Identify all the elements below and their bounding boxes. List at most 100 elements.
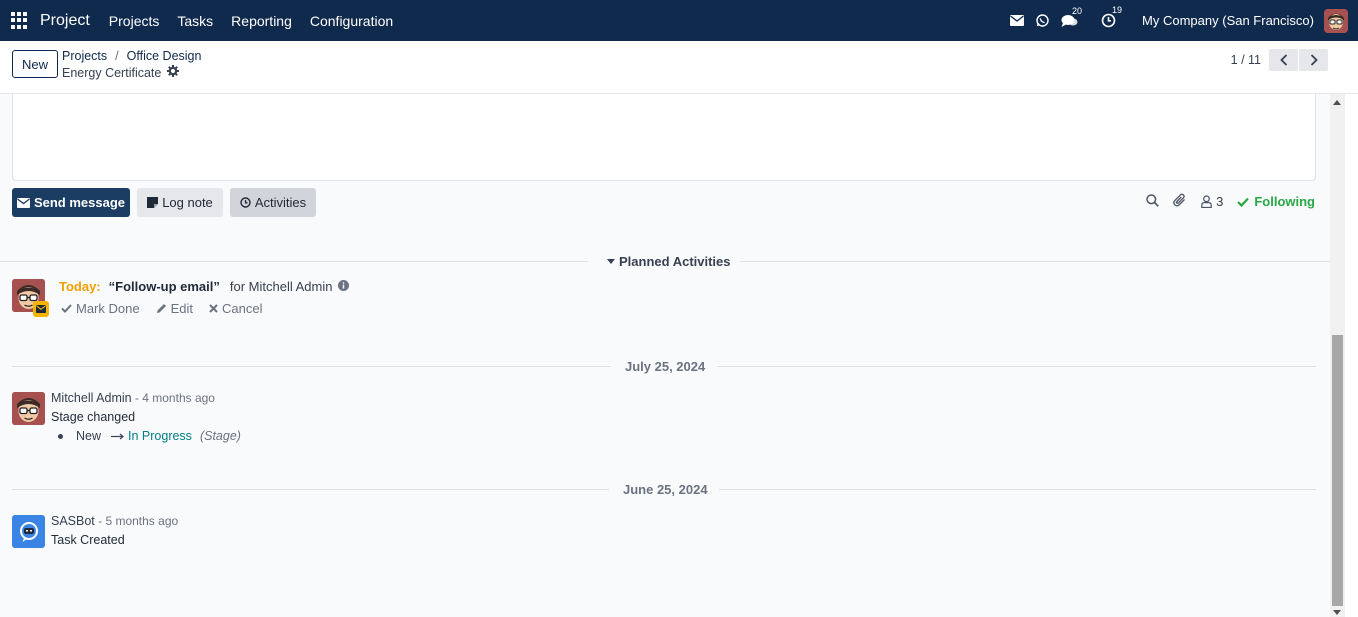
main-menu: Projects Tasks Reporting Configuration: [100, 13, 402, 29]
scroll-down-arrow-icon[interactable]: [1333, 610, 1341, 615]
message-header: Mitchell Admin - 4 months ago: [51, 391, 215, 405]
activities-button[interactable]: Activities: [230, 188, 316, 217]
envelope-icon: [16, 197, 30, 208]
mark-done-label: Mark Done: [76, 301, 140, 316]
followers-button[interactable]: 3: [1201, 194, 1223, 209]
menu-configuration[interactable]: Configuration: [301, 13, 402, 29]
message-date: - 4 months ago: [131, 391, 215, 405]
message-body: Stage changed: [51, 410, 136, 424]
tracking-field-name: (Stage): [199, 429, 241, 443]
search-icon[interactable]: [1146, 193, 1159, 210]
message-author[interactable]: SASBot: [51, 514, 95, 528]
description-field-box[interactable]: [12, 94, 1316, 181]
send-message-label: Send message: [33, 195, 126, 210]
date-separator-left: [12, 489, 609, 490]
envelope-icon[interactable]: [1010, 15, 1025, 26]
tracking-new-value: In Progress: [128, 429, 192, 443]
message-header: SASBot - 5 months ago: [51, 514, 178, 528]
date-separator-label: July 25, 2024: [625, 359, 706, 374]
arrow-right-icon: [111, 429, 124, 443]
activity-actions: Mark Done Edit Cancel: [61, 301, 278, 316]
chevron-right-icon: [1310, 54, 1318, 66]
menu-tasks[interactable]: Tasks: [168, 13, 222, 29]
list-bullet: [58, 433, 63, 439]
check-icon: [61, 304, 72, 313]
vertical-scrollbar[interactable]: [1330, 94, 1345, 617]
edit-label: Edit: [170, 301, 193, 316]
breadcrumb-separator: /: [115, 49, 119, 63]
check-icon: [1237, 197, 1250, 207]
tracking-value: New In Progress (Stage): [58, 429, 241, 443]
activity-assignee: for Mitchell Admin: [229, 279, 333, 294]
pencil-icon: [156, 304, 166, 313]
scroll-up-arrow-icon[interactable]: [1333, 100, 1341, 105]
message-body: Task Created: [51, 533, 125, 547]
messages-icon[interactable]: 20: [1061, 6, 1082, 28]
app-name[interactable]: Project: [40, 12, 90, 30]
breadcrumb: Projects / Office Design: [62, 49, 201, 63]
page-edge: [1345, 94, 1358, 617]
following-label: Following: [1254, 194, 1315, 209]
cancel-activity-button[interactable]: Cancel: [209, 301, 262, 316]
close-icon: [209, 304, 218, 313]
tracking-old-value: New: [76, 429, 102, 443]
user-avatar[interactable]: [1324, 8, 1348, 33]
log-note-label: Log note: [162, 195, 213, 210]
activity-due: Today:: [59, 279, 101, 294]
whatsapp-icon[interactable]: [1036, 14, 1049, 27]
messages-badge: 20: [1072, 5, 1083, 16]
activities-label: Activities: [254, 195, 307, 210]
record-title-text: Energy Certificate: [62, 65, 162, 80]
pager: 1 / 11: [1231, 49, 1328, 71]
followers-count: 3: [1216, 194, 1224, 209]
breadcrumb-projects[interactable]: Projects: [62, 49, 107, 63]
mark-done-button[interactable]: Mark Done: [61, 301, 140, 316]
gear-icon[interactable]: [167, 65, 180, 80]
message-author[interactable]: Mitchell Admin: [51, 391, 132, 405]
planned-separator-left: [0, 261, 588, 262]
apps-menu-icon[interactable]: [11, 11, 29, 30]
sticky-note-icon: [147, 197, 159, 208]
date-separator-right: [717, 366, 1316, 367]
pager-previous-button[interactable]: [1269, 49, 1298, 71]
send-message-button[interactable]: Send message: [12, 188, 130, 217]
pager-next-button[interactable]: [1299, 49, 1328, 71]
company-switcher[interactable]: My Company (San Francisco): [1142, 13, 1314, 28]
log-note-button[interactable]: Log note: [137, 188, 223, 217]
activity-summary: “Follow-up email”: [108, 279, 220, 294]
pager-value[interactable]: 1 / 11: [1231, 53, 1261, 67]
chevron-left-icon: [1279, 54, 1287, 66]
new-button[interactable]: New: [12, 50, 58, 78]
breadcrumb-office-design[interactable]: Office Design: [127, 49, 202, 63]
date-separator-right: [719, 489, 1316, 490]
bot-avatar[interactable]: [12, 515, 45, 548]
date-separator-left: [12, 366, 611, 367]
clock-icon: [240, 197, 251, 208]
activities-clock-icon[interactable]: 19: [1101, 5, 1122, 28]
bot-icon: [19, 521, 38, 542]
planned-activities-title: Planned Activities: [619, 254, 731, 269]
scrollbar-thumb[interactable]: [1332, 335, 1343, 606]
control-panel: New Projects / Office Design Energy Cert…: [0, 41, 1358, 94]
activity-line: Today: “Follow-up email” for Mitchell Ad…: [59, 279, 350, 294]
planned-activities-toggle[interactable]: Planned Activities: [607, 254, 731, 269]
record-title: Energy Certificate: [62, 65, 180, 80]
date-separator-label: June 25, 2024: [623, 482, 708, 497]
following-button[interactable]: Following: [1237, 194, 1315, 209]
chatter-topbar-tools: 3 Following: [1132, 193, 1315, 210]
systray: 20 19 My Company (San Francisco): [1010, 0, 1348, 41]
cancel-label: Cancel: [221, 301, 263, 316]
menu-reporting[interactable]: Reporting: [222, 13, 301, 29]
message-date: - 5 months ago: [94, 514, 179, 528]
email-activity-icon: [33, 301, 49, 317]
user-icon: [1201, 195, 1212, 208]
top-navbar: Project Projects Tasks Reporting Configu…: [0, 0, 1358, 41]
activities-badge: 19: [1112, 5, 1123, 15]
menu-projects[interactable]: Projects: [100, 13, 169, 29]
edit-activity-button[interactable]: Edit: [156, 301, 193, 316]
info-icon[interactable]: [338, 279, 350, 294]
paperclip-icon[interactable]: [1173, 193, 1187, 210]
message-author-avatar[interactable]: [12, 392, 45, 425]
planned-separator-right: [740, 261, 1330, 262]
caret-down-icon: [607, 258, 615, 264]
